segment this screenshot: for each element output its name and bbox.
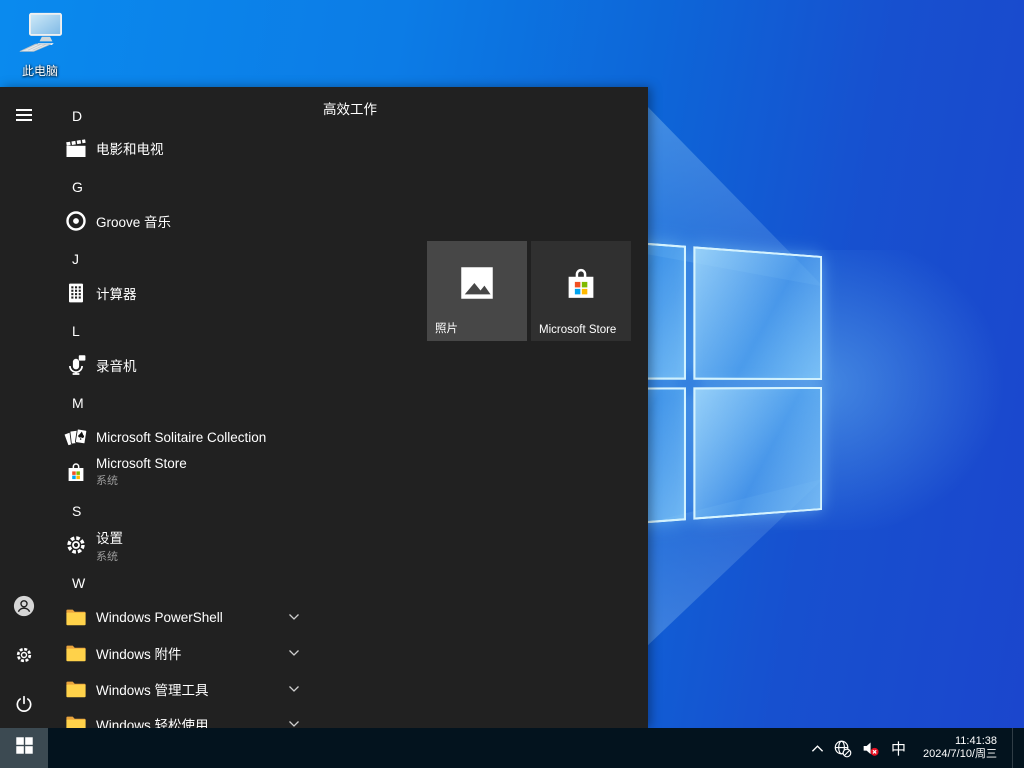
chevron-down-icon[interactable]	[288, 685, 300, 693]
this-pc-shortcut[interactable]: 此电脑	[10, 12, 70, 79]
section-letter-J[interactable]: J	[48, 244, 320, 274]
store-icon	[64, 460, 88, 484]
section-letter-D[interactable]: D	[48, 101, 320, 131]
hamburger-menu-button[interactable]	[13, 105, 35, 127]
section-letter-L[interactable]: L	[48, 316, 320, 346]
desktop-screen: 此电脑	[0, 0, 1024, 768]
app-label: Microsoft Solitaire Collection	[96, 430, 266, 445]
app-item[interactable]: 设置系统	[48, 524, 320, 566]
folder-icon	[64, 641, 88, 665]
app-label: Windows PowerShell	[96, 610, 223, 625]
user-icon	[13, 595, 35, 620]
folder-icon	[64, 605, 88, 629]
app-item[interactable]: 计算器	[48, 276, 320, 310]
tile-label: Microsoft Store	[539, 324, 629, 336]
this-pc-label: 此电脑	[10, 62, 70, 79]
app-sublabel: 系统	[96, 548, 123, 564]
app-label: 录音机	[96, 355, 137, 375]
app-item[interactable]: 电影和电视	[48, 131, 320, 165]
solitaire-icon	[64, 425, 88, 449]
system-tray: 中 11:41:38 2024/7/10/周三	[811, 728, 1024, 768]
section-letter-S[interactable]: S	[48, 496, 320, 526]
app-label: Windows 管理工具	[96, 679, 209, 699]
folder-item[interactable]: Windows 轻松使用	[48, 707, 320, 728]
section-letter-W[interactable]: W	[48, 568, 320, 598]
section-letter-label: D	[72, 108, 82, 124]
chevron-down-icon[interactable]	[288, 720, 300, 728]
app-item[interactable]: 录音机	[48, 348, 320, 382]
store-icon	[559, 261, 603, 305]
this-pc-icon	[14, 43, 66, 60]
app-sublabel: 系统	[96, 472, 187, 488]
app-item[interactable]: Groove 音乐	[48, 204, 320, 238]
power-icon	[14, 694, 34, 717]
start-menu: D 电影和电视 G Groove 音乐 J 计算器 L 录音机 M Microsoft Solit…	[0, 87, 648, 728]
settings-gear-icon	[64, 533, 88, 557]
settings-rail-button[interactable]	[13, 645, 35, 667]
voice-recorder-icon	[64, 353, 88, 377]
chevron-down-icon[interactable]	[288, 649, 300, 657]
calculator-icon	[64, 281, 88, 305]
tile-group-title[interactable]: 高效工作	[323, 95, 377, 121]
section-letter-label: W	[72, 575, 85, 591]
section-letter-G[interactable]: G	[48, 172, 320, 202]
movies-tv-icon	[64, 136, 88, 160]
app-label: Windows 附件	[96, 643, 182, 663]
hamburger-icon	[14, 105, 34, 128]
app-label: Windows 轻松使用	[96, 714, 209, 728]
logo-pane	[693, 387, 822, 520]
section-letter-label: J	[72, 251, 79, 267]
folder-icon	[64, 677, 88, 701]
app-item[interactable]: Microsoft Store系统	[48, 451, 320, 493]
app-label: 设置	[96, 527, 123, 547]
volume-muted-icon[interactable]	[861, 739, 880, 758]
folder-item[interactable]: Windows 管理工具	[48, 672, 320, 706]
windows-logo-icon	[14, 735, 35, 761]
start-menu-rail	[0, 87, 48, 728]
power-button[interactable]	[13, 694, 35, 716]
gear-icon	[14, 645, 34, 668]
folder-item[interactable]: Windows PowerShell	[48, 600, 320, 634]
app-label: 计算器	[96, 283, 137, 303]
tile-label: 照片	[435, 320, 525, 336]
folder-icon	[64, 712, 88, 728]
tile-photos[interactable]: 照片	[427, 241, 527, 341]
app-label: 电影和电视	[96, 138, 164, 158]
folder-item[interactable]: Windows 附件	[48, 636, 320, 670]
app-label: Microsoft Store	[96, 456, 187, 471]
start-button[interactable]	[0, 728, 48, 768]
section-letter-label: G	[72, 179, 83, 195]
chevron-down-icon[interactable]	[288, 613, 300, 621]
photos-icon	[456, 262, 498, 304]
show-desktop-button[interactable]	[1012, 728, 1018, 768]
start-menu-app-list: D 电影和电视 G Groove 音乐 J 计算器 L 录音机 M Microsoft Solit…	[48, 87, 320, 728]
taskbar: 中 11:41:38 2024/7/10/周三	[0, 728, 1024, 768]
section-letter-label: S	[72, 503, 81, 519]
user-account-button[interactable]	[13, 596, 35, 618]
clock-date: 2024/7/10/周三	[923, 748, 997, 762]
section-letter-label: M	[72, 395, 84, 411]
network-no-internet-icon[interactable]	[833, 739, 852, 758]
taskbar-clock[interactable]: 11:41:38 2024/7/10/周三	[917, 735, 1003, 762]
app-label: Groove 音乐	[96, 211, 171, 231]
ime-indicator[interactable]: 中	[889, 738, 908, 759]
logo-pane	[693, 246, 822, 379]
chevron-up-icon[interactable]	[811, 744, 824, 753]
app-item[interactable]: Microsoft Solitaire Collection	[48, 420, 320, 454]
section-letter-label: L	[72, 323, 80, 339]
tile-microsoft-store[interactable]: Microsoft Store	[531, 241, 631, 341]
section-letter-M[interactable]: M	[48, 388, 320, 418]
groove-music-icon	[64, 209, 88, 233]
clock-time: 11:41:38	[923, 735, 997, 749]
